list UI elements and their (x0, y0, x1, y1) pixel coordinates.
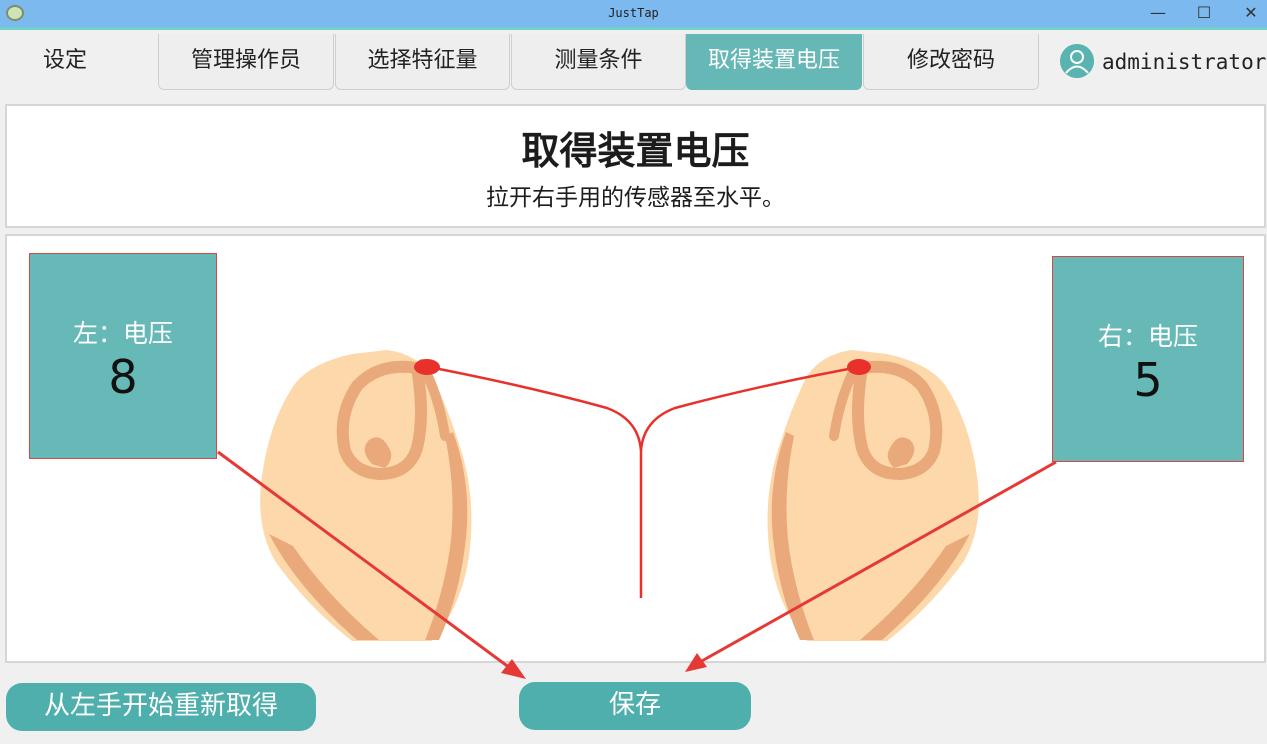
left-voltage-label: 左：电压 (72, 319, 173, 348)
window-title: JustTap (608, 6, 659, 20)
minimize-button[interactable]: — (1138, 2, 1178, 26)
tab-change-password[interactable]: 修改密码 (863, 34, 1039, 90)
save-button[interactable]: 保存 (519, 682, 751, 730)
close-button[interactable]: ✕ (1231, 2, 1267, 26)
tab-measurement-conditions[interactable]: 测量条件 (511, 34, 686, 90)
left-hand-icon (260, 350, 472, 641)
maximize-button[interactable]: ☐ (1184, 2, 1224, 26)
page-title: 取得装置电压 (521, 129, 750, 173)
title-bar: JustTap — ☐ ✕ (0, 0, 1267, 30)
instruction-panel: 取得装置电压 拉开右手用的传感器至水平。 (5, 104, 1266, 228)
right-hand-icon (767, 350, 979, 641)
tab-manage-operators[interactable]: 管理操作员 (158, 34, 334, 90)
left-sensor-icon (414, 359, 440, 375)
user-name: administrator (1102, 50, 1267, 74)
tab-get-device-voltage[interactable]: 取得装置电压 (686, 34, 862, 90)
right-voltage-value: 5 (1133, 353, 1163, 407)
instruction-text: 拉开右手用的传感器至水平。 (486, 185, 785, 211)
right-voltage-box: 右：电压 5 (1052, 256, 1244, 462)
tab-bar: 设定 管理操作员 选择特征量 测量条件 取得装置电压 修改密码 administ… (0, 34, 1267, 92)
restart-from-left-button[interactable]: 从左手开始重新取得 (6, 683, 316, 731)
user-avatar-icon (1060, 44, 1094, 78)
right-sensor-icon (847, 359, 871, 375)
right-voltage-label: 右：电压 (1097, 322, 1198, 351)
sensor-panel: 左：电压 8 右：电压 5 (5, 234, 1266, 663)
tab-settings[interactable]: 设定 (0, 34, 130, 90)
left-voltage-box: 左：电压 8 (29, 253, 217, 459)
left-voltage-value: 8 (108, 350, 138, 404)
tab-select-features[interactable]: 选择特征量 (335, 34, 510, 90)
